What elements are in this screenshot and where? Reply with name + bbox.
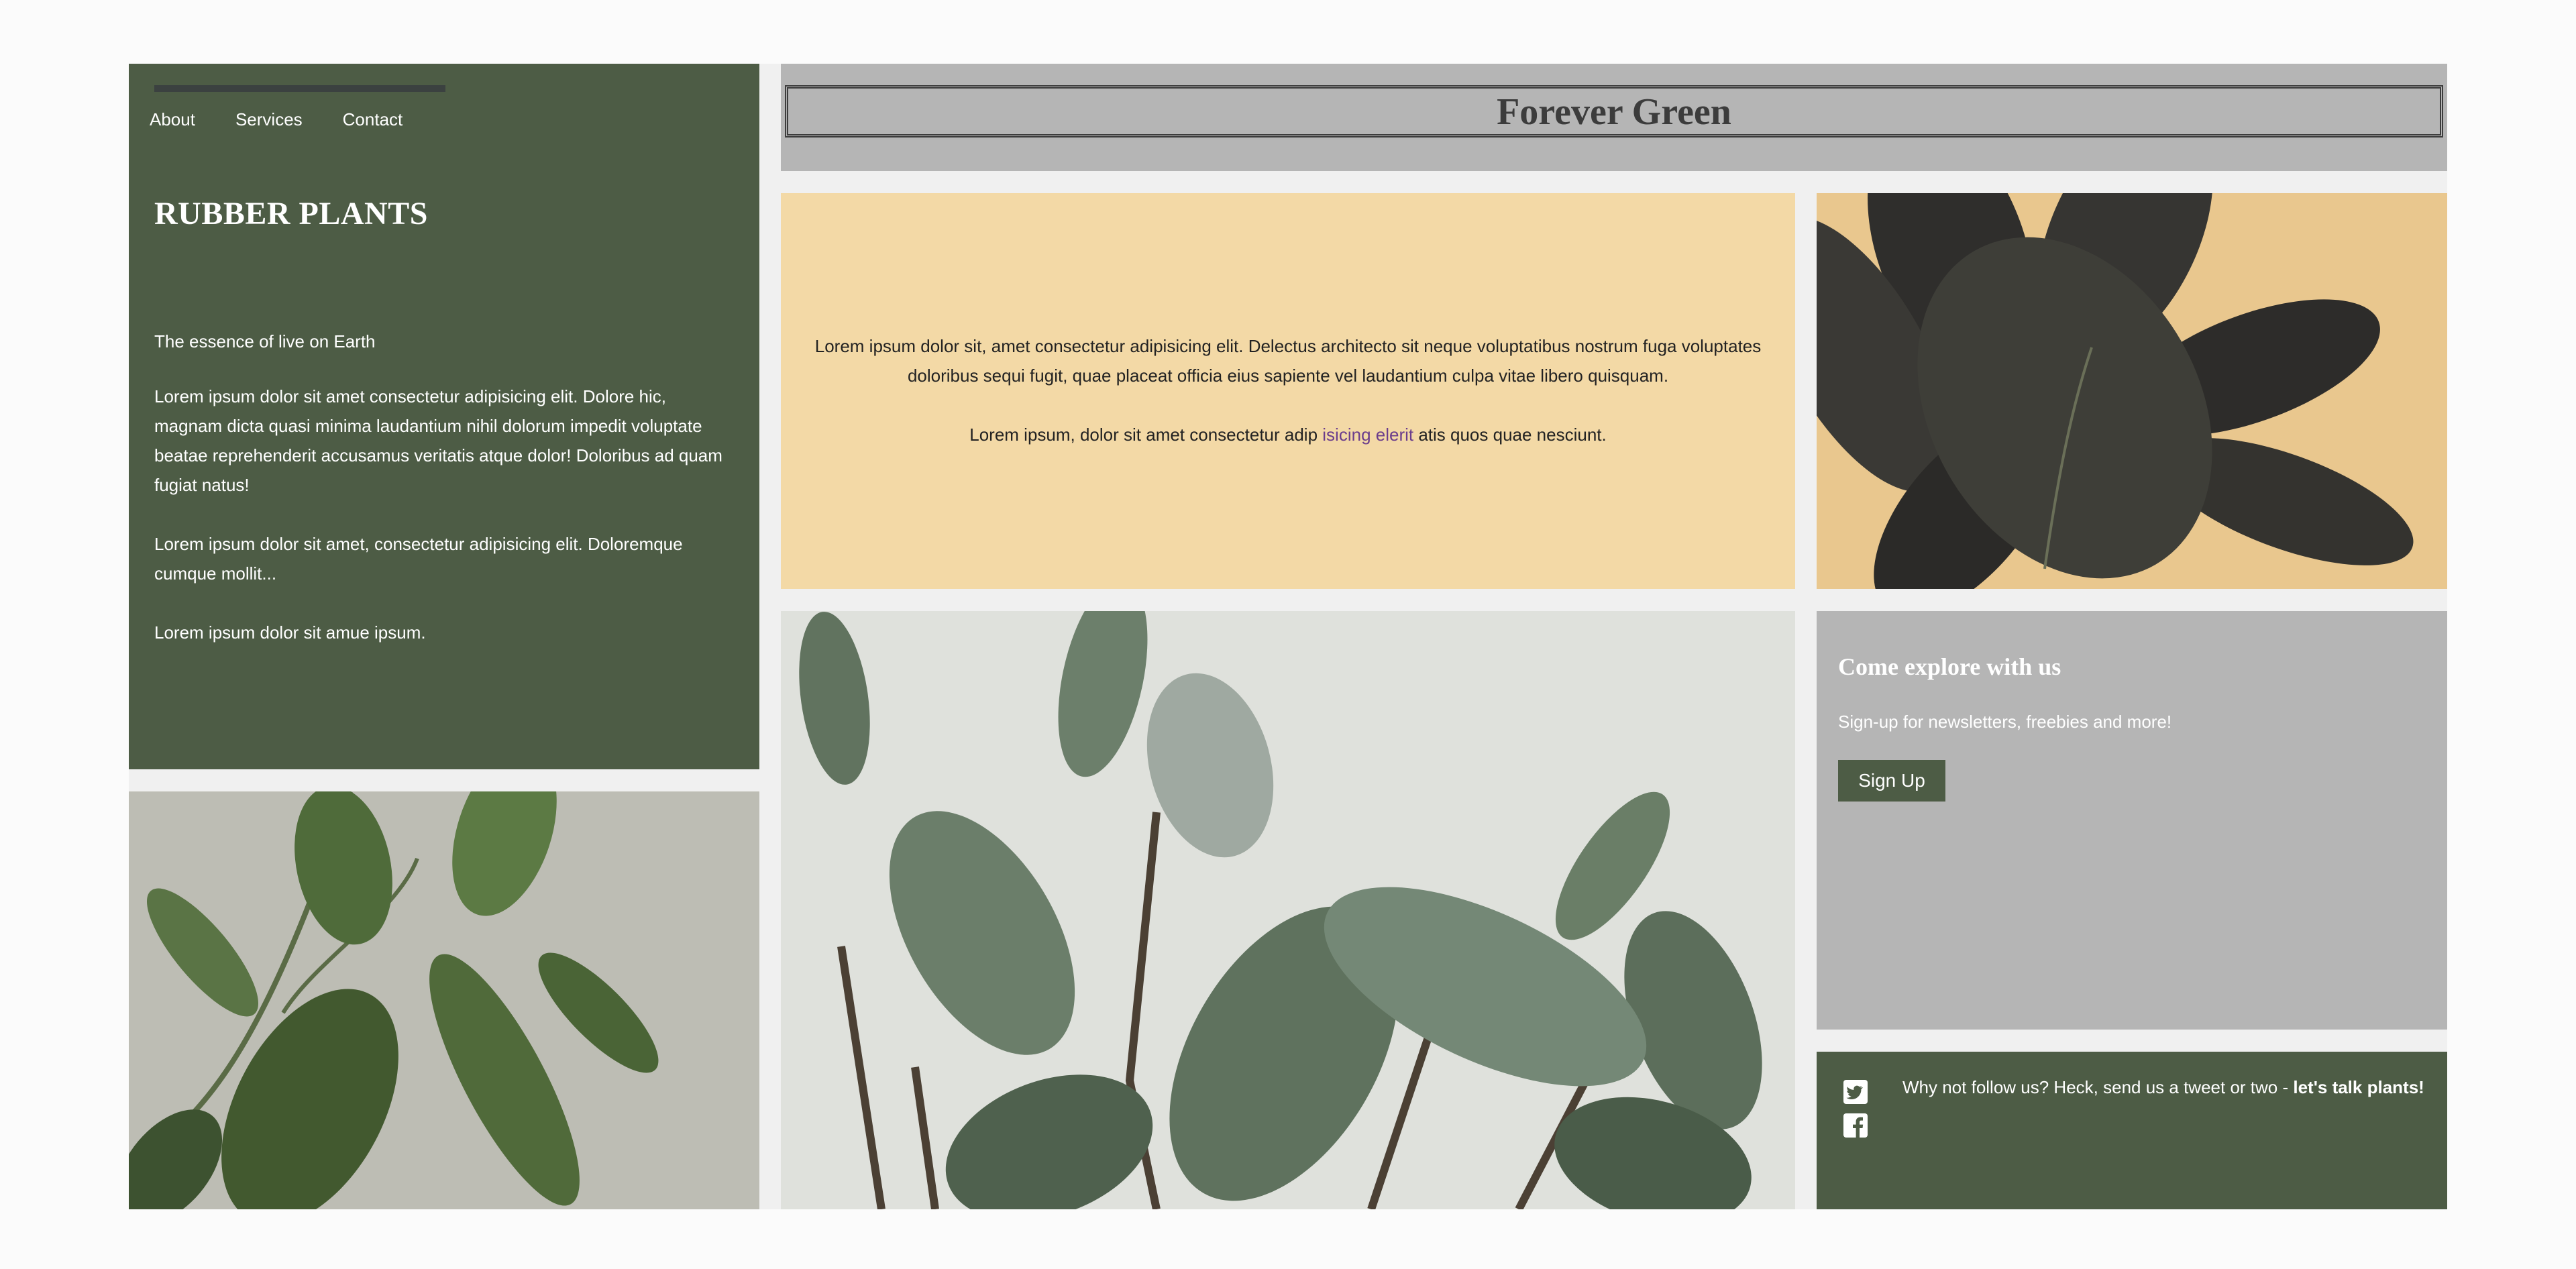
intro-section: Lorem ipsum dolor sit, amet consectetur … [781, 193, 1795, 589]
nav-services[interactable]: Services [235, 109, 303, 130]
summary-paragraph: Lorem ipsum dolor sit amet, consectetur … [154, 534, 683, 584]
site-header: Forever Green [781, 64, 2447, 171]
social-message-text: Why not follow us? Heck, send us a tweet… [1902, 1077, 2294, 1097]
intro-text-2: Lorem ipsum, dolor sit amet consectetur … [781, 420, 1795, 449]
signup-title: Come explore with us [1838, 653, 2061, 680]
main-nav: About Services Contact [150, 109, 402, 130]
header-frame: Forever Green [785, 85, 2443, 137]
site-title: Forever Green [1497, 91, 1731, 133]
intro-text-2-start: Lorem ipsum, dolor sit amet consectetur … [969, 425, 1323, 445]
social-card: Why not follow us? Heck, send us a tweet… [1817, 1052, 2447, 1209]
sign-up-button[interactable]: Sign Up [1838, 760, 1945, 802]
top-accent-bar [154, 85, 445, 92]
closing-paragraph: Lorem ipsum dolor sit amue ipsum. [154, 622, 426, 643]
social-message-emphasis: let's talk plants! [2293, 1077, 2424, 1097]
intro-inline-link[interactable]: isicing elerit [1322, 425, 1413, 445]
twitter-icon[interactable] [1843, 1080, 1868, 1104]
rubber-plant-photo-center [781, 611, 1795, 1209]
nav-about[interactable]: About [150, 109, 195, 130]
section-title: RUBBER PLANTS [154, 196, 428, 231]
intro-text-2-end: atis quos quae nesciunt. [1413, 425, 1607, 445]
tagline: The essence of live on Earth [154, 331, 376, 351]
intro-text-1: Lorem ipsum dolor sit, amet consectetur … [814, 336, 1762, 386]
left-info-panel: About Services Contact RUBBER PLANTS The… [129, 64, 759, 769]
social-message: Why not follow us? Heck, send us a tweet… [1902, 1077, 2424, 1098]
intro-paragraph: Lorem ipsum dolor sit amet consectetur a… [154, 386, 722, 495]
nav-contact[interactable]: Contact [343, 109, 403, 130]
signup-card: Come explore with us Sign-up for newslet… [1817, 611, 2447, 1030]
rubber-plant-photo-top-right [1817, 193, 2447, 589]
rubber-plant-photo-left [129, 791, 759, 1209]
facebook-icon[interactable] [1843, 1113, 1868, 1138]
signup-description: Sign-up for newsletters, freebies and mo… [1838, 712, 2172, 732]
